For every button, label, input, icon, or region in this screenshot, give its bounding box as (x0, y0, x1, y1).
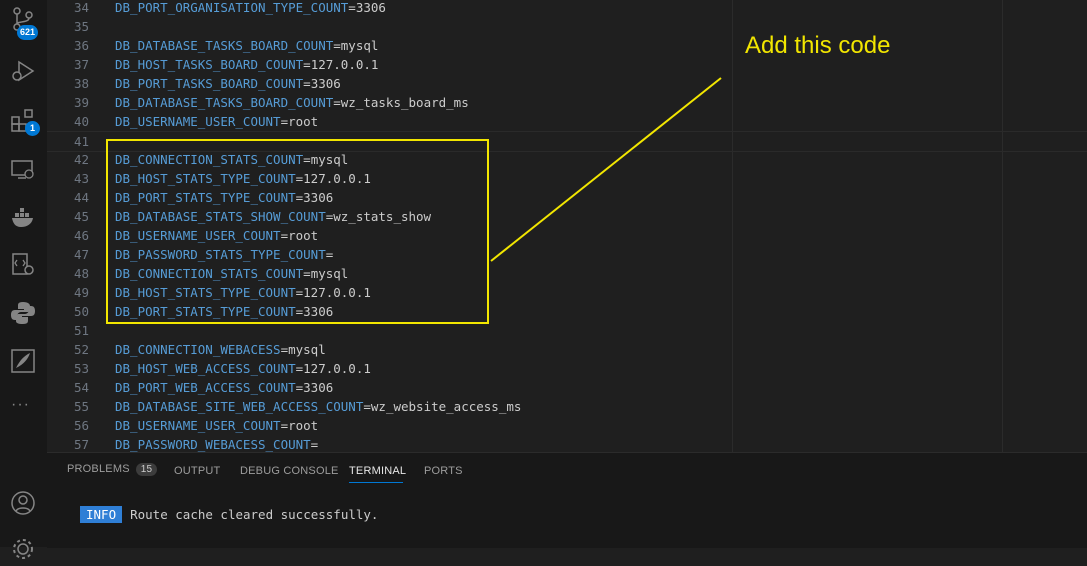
tab-terminal[interactable]: TERMINAL (349, 465, 406, 477)
tab-ports[interactable]: PORTS (424, 465, 463, 477)
active-tab-indicator (349, 482, 403, 483)
annotation-text: Add this code (745, 32, 891, 59)
tab-output[interactable]: OUTPUT (174, 465, 220, 477)
tab-problems[interactable]: PROBLEMS 15 (67, 463, 158, 476)
terminal-output-line[interactable]: INFO Route cache cleared successfully. (80, 506, 378, 523)
info-level-badge: INFO (80, 506, 123, 523)
tab-problems-label: PROBLEMS (67, 463, 130, 475)
terminal-message: Route cache cleared successfully. (130, 507, 379, 522)
bottom-panel: PROBLEMS 15 OUTPUT DEBUG CONSOLE TERMINAL… (47, 452, 1087, 548)
problems-count-badge: 15 (135, 463, 158, 476)
tab-debug-console[interactable]: DEBUG CONSOLE (240, 465, 339, 477)
